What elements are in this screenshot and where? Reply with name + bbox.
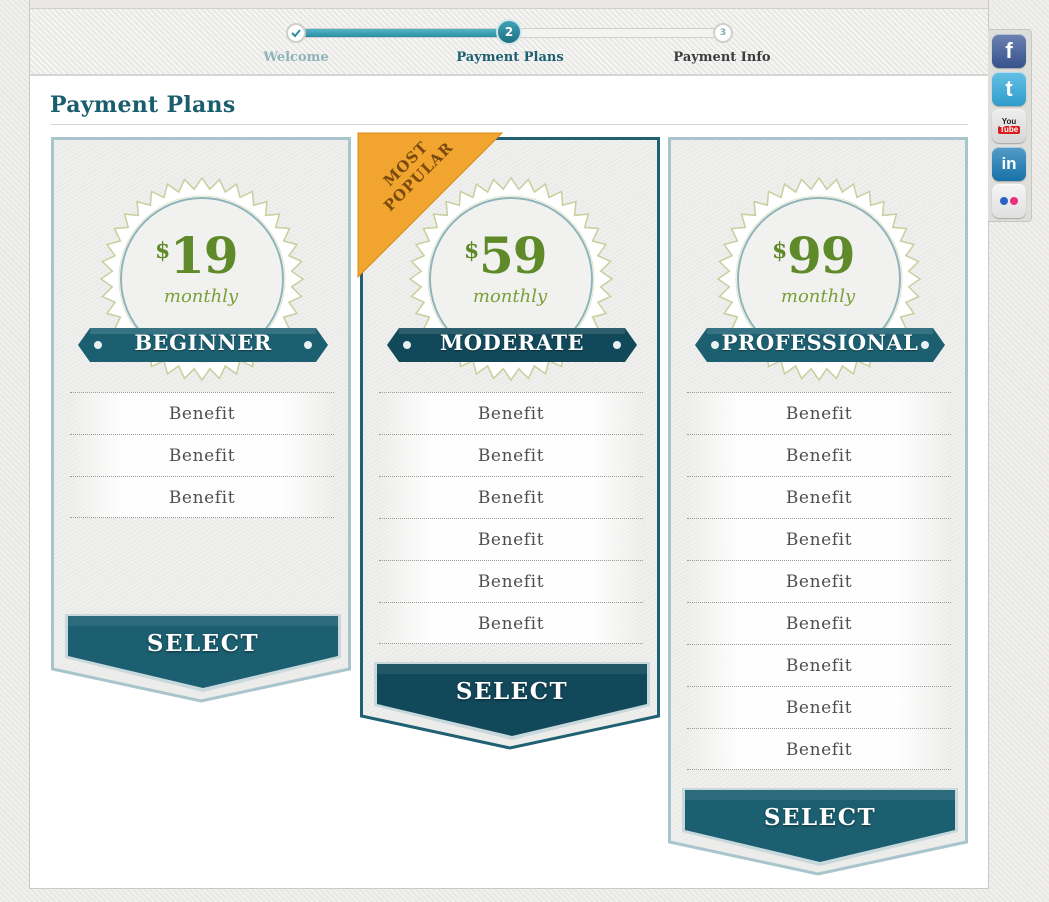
benefit-item: Benefit [687,644,951,686]
title-divider [50,124,968,125]
twitter-icon[interactable]: t [992,71,1026,106]
step-welcome-label[interactable]: Welcome [216,50,376,65]
price-amount: 59 [479,226,548,285]
page-title: Payment Plans [50,92,236,118]
facebook-glyph: f [1005,38,1013,63]
benefit-item: Benefit [687,392,951,434]
benefit-item: Benefit [379,560,643,602]
plan-card-professional: $ 99 monthly PROFESSIONAL Benefit Benefit… [668,137,968,876]
youtube-glyph: You Tube [997,117,1021,134]
select-button-label: SELECT [455,678,569,705]
price-currency: $ [155,238,171,264]
benefit-item: Benefit [70,392,334,434]
step-payment-plans-label: Payment Plans [456,50,564,65]
select-button-label: SELECT [763,804,877,831]
select-plan-button[interactable]: SELECT [682,788,958,868]
progress-fill [296,29,508,37]
step-payment-plans-number: 2 [496,19,522,45]
price-amount: 19 [170,226,239,285]
select-plan-button[interactable]: SELECT [374,662,650,742]
plan-name: PROFESSIONAL [721,330,919,355]
benefit-item: Benefit [70,476,334,518]
youtube-icon[interactable]: You Tube [992,109,1026,143]
price-amount: 99 [787,226,856,285]
top-strip [30,0,988,9]
flickr-dots [1000,197,1018,205]
benefit-item: Benefit [687,602,951,644]
benefit-item: Benefit [687,476,951,518]
benefit-list: Benefit Benefit Benefit Benefit Benefit Benef… [687,392,951,770]
price-period: monthly [780,286,856,307]
linkedin-icon[interactable]: in [992,146,1026,181]
benefit-item: Benefit [379,392,643,434]
step-payment-info-number: 3 [713,23,733,43]
price-period: monthly [163,286,239,307]
benefit-item: Benefit [379,476,643,518]
benefit-item: Benefit [687,434,951,476]
facebook-icon[interactable]: f [992,34,1026,68]
wizard-progress: 2 3 Welcome Payment Plans Payment Info [30,9,988,76]
flickr-icon[interactable] [992,184,1026,218]
benefit-item: Benefit [687,728,951,770]
benefit-item: Benefit [687,560,951,602]
plan-card-moderate: $ 59 monthly MODERATE Benefit Benefit Bene… [357,132,660,750]
select-button-label: SELECT [146,630,260,657]
linkedin-glyph: in [1001,153,1017,173]
benefit-item: Benefit [687,518,951,560]
price-period: monthly [472,286,548,307]
benefit-item: Benefit [379,434,643,476]
plan-card-beginner: $ 19 monthly BEGINNER Benefit Benefit Bene… [51,137,351,703]
benefit-item: Benefit [379,518,643,560]
benefit-item: Benefit [70,434,334,476]
plan-name: BEGINNER [134,330,272,355]
plan-name: MODERATE [440,330,584,355]
social-sidebar: ft You Tube in [988,29,1032,222]
benefit-item: Benefit [379,602,643,644]
select-plan-button[interactable]: SELECT [65,614,341,694]
twitter-glyph: t [1005,75,1013,101]
benefit-list: Benefit Benefit Benefit [70,392,334,518]
benefit-list: Benefit Benefit Benefit Benefit Benefit Benef… [379,392,643,644]
price-currency: $ [464,238,480,264]
step-payment-info-label: Payment Info [673,50,771,65]
step-welcome-check-icon[interactable] [286,23,306,43]
benefit-item: Benefit [687,686,951,728]
price-currency: $ [772,238,788,264]
